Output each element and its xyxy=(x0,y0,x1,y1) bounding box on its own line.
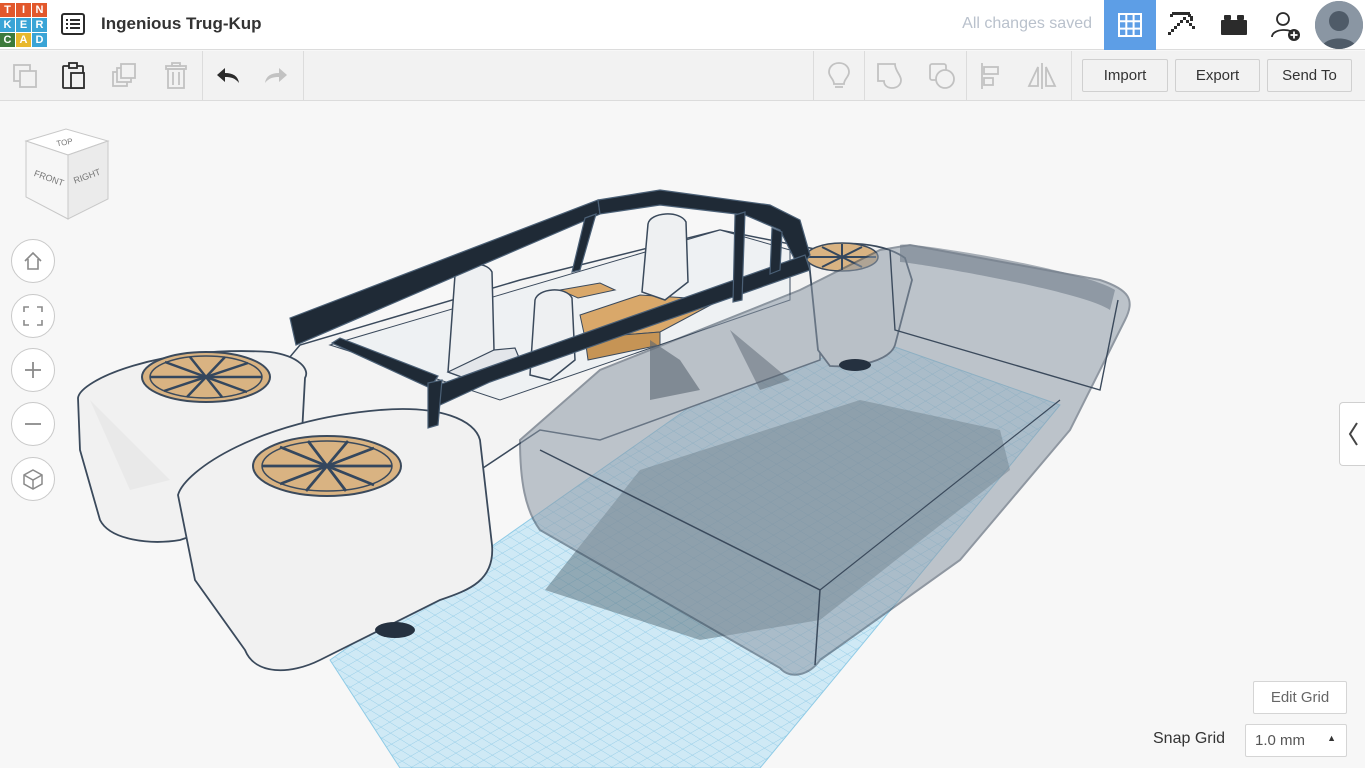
ungroup-icon[interactable] xyxy=(925,59,959,93)
logo-letter: D xyxy=(32,33,47,47)
toolbar-divider xyxy=(864,51,865,101)
3d-viewport[interactable]: TOP FRONT RIGHT Edit Grid Snap Grid 1.0 … xyxy=(0,102,1365,768)
logo-letter: A xyxy=(16,33,31,47)
wheel xyxy=(375,622,415,638)
logo-letter: I xyxy=(16,3,31,17)
collapse-panel-tab[interactable] xyxy=(1339,402,1365,466)
duplicate-icon[interactable] xyxy=(108,59,142,93)
wheel xyxy=(839,359,871,371)
zoom-in-button[interactable] xyxy=(11,348,55,392)
project-title[interactable]: Ingenious Trug-Kup xyxy=(101,14,262,34)
toolbar-divider xyxy=(966,51,967,101)
undo-icon[interactable] xyxy=(211,59,245,93)
logo-letter: K xyxy=(0,18,15,32)
pickaxe-mode-button[interactable] xyxy=(1156,0,1208,50)
toolbar-divider xyxy=(813,51,814,101)
logo-letter: E xyxy=(16,18,31,32)
3d-design-mode-button[interactable] xyxy=(1104,0,1156,50)
home-icon xyxy=(24,251,42,270)
brick-icon xyxy=(1221,15,1247,35)
tinkercad-logo[interactable]: T I N K E R C A D xyxy=(0,3,47,47)
fit-view-button[interactable] xyxy=(11,294,55,338)
invite-user-button[interactable] xyxy=(1260,0,1312,50)
save-status: All changes saved xyxy=(962,15,1092,32)
fit-to-view-icon xyxy=(23,306,43,326)
logo-letter: R xyxy=(32,18,47,32)
cube-icon xyxy=(23,469,43,490)
fan-rear-right[interactable] xyxy=(252,435,402,497)
align-icon[interactable] xyxy=(975,59,1009,93)
lightbulb-icon[interactable] xyxy=(822,59,856,93)
user-silhouette-icon xyxy=(1315,1,1363,49)
top-bar: T I N K E R C A D Ingenious Trug-Kup All… xyxy=(0,0,1365,50)
group-icon[interactable] xyxy=(873,59,907,93)
seat-front[interactable] xyxy=(641,213,689,301)
paste-icon[interactable] xyxy=(57,59,91,93)
toolbar-divider xyxy=(1071,51,1072,101)
logo-letter: T xyxy=(0,3,15,17)
send-to-button[interactable]: Send To xyxy=(1267,59,1352,92)
chevron-left-icon xyxy=(1348,422,1358,446)
pickaxe-icon xyxy=(1168,12,1195,35)
edit-toolbar: Import Export Send To xyxy=(0,51,1365,101)
delete-icon[interactable] xyxy=(159,59,193,93)
toolbar-divider xyxy=(202,51,203,101)
mirror-icon[interactable] xyxy=(1025,59,1059,93)
logo-letter: C xyxy=(0,33,15,47)
home-view-button[interactable] xyxy=(11,239,55,283)
add-user-icon xyxy=(1271,12,1300,41)
plus-icon xyxy=(25,362,41,378)
zoom-out-button[interactable] xyxy=(11,402,55,446)
perspective-toggle-button[interactable] xyxy=(11,457,55,501)
snap-grid-select[interactable]: 1.0 mm ▲ xyxy=(1245,724,1347,757)
workplane-scene[interactable] xyxy=(0,102,1365,768)
edit-grid-button[interactable]: Edit Grid xyxy=(1253,681,1347,714)
copy-icon[interactable] xyxy=(8,59,42,93)
view-cube[interactable]: TOP FRONT RIGHT xyxy=(20,127,112,221)
tinkercad-editor: T I N K E R C A D Ingenious Trug-Kup All… xyxy=(0,0,1365,768)
design-list-icon[interactable] xyxy=(60,12,86,36)
grid-icon xyxy=(1118,13,1142,37)
avatar[interactable] xyxy=(1315,1,1363,49)
toolbar-divider xyxy=(303,51,304,101)
export-button[interactable]: Export xyxy=(1175,59,1260,92)
import-button[interactable]: Import xyxy=(1082,59,1168,92)
bricks-mode-button[interactable] xyxy=(1208,0,1260,50)
snap-grid-value: 1.0 mm xyxy=(1255,732,1306,749)
logo-letter: N xyxy=(32,3,47,17)
fan-rear-left[interactable] xyxy=(141,351,271,403)
snap-grid-label: Snap Grid xyxy=(1153,730,1226,747)
redo-icon[interactable] xyxy=(259,59,293,93)
minus-icon xyxy=(25,423,41,425)
caret-up-icon: ▲ xyxy=(1327,733,1336,743)
